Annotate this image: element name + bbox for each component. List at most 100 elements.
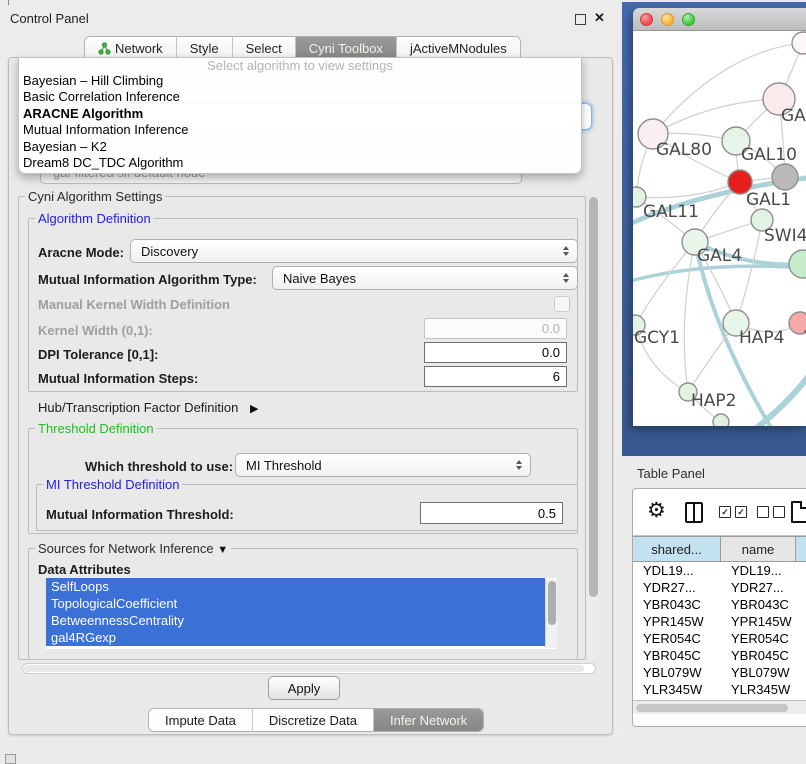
table-cell: YDL19... [721, 562, 796, 579]
deselect-all-icon[interactable] [757, 506, 769, 518]
hub-definition-toggle[interactable]: Hub/Transcription Factor Definition ▶ [38, 400, 258, 415]
which-threshold-combo[interactable]: MI Threshold [235, 453, 531, 477]
aracne-mode-combo[interactable]: Discovery [130, 239, 578, 263]
table-cell: YER054C [633, 630, 721, 647]
bottom-tabs: Impute DataDiscretize DataInfer Network [148, 708, 484, 732]
table-horizontal-scrollbar[interactable] [633, 700, 806, 714]
tab-select[interactable]: Select [233, 37, 296, 59]
popup-placeholder: Select algorithm to view settings [19, 59, 581, 73]
network-node-swi4[interactable] [789, 250, 806, 278]
select-all-icon[interactable]: ✓ [719, 506, 731, 518]
network-canvas[interactable]: GALGAL80GAL10GAL1GAL11SWI4GAL4GCY1HAP4YH… [633, 31, 806, 426]
network-window-titlebar[interactable] [633, 8, 806, 31]
which-threshold-value: MI Threshold [246, 458, 322, 473]
manual-kernel-checkbox[interactable] [554, 296, 570, 312]
aracne-mode-label: Aracne Mode: [38, 245, 124, 260]
table-cell: YBR043C [633, 596, 721, 613]
kernel-width-field[interactable] [424, 318, 567, 339]
tab-impute-data[interactable]: Impute Data [149, 709, 253, 731]
table-cell: 9. [796, 681, 806, 698]
algorithm-item-dream8-dc-tdc-algorithm[interactable]: Dream8 DC_TDC Algorithm [19, 155, 581, 171]
settings-horizontal-scrollbar-thumb[interactable] [24, 665, 584, 672]
table-horizontal-scrollbar-thumb[interactable] [636, 704, 788, 712]
apply-button[interactable]: Apply [268, 676, 340, 700]
tab-jactivemnodules[interactable]: jActiveMNodules [397, 37, 520, 59]
algorithm-item-basic-correlation-inference[interactable]: Basic Correlation Inference [19, 89, 581, 105]
tab-network[interactable]: Network [85, 37, 177, 59]
column-header-a[interactable]: A [796, 536, 806, 562]
attribute-item-gal4rgexp[interactable]: gal4RGexp [46, 629, 545, 646]
select-all-icon2[interactable]: ✓ [735, 506, 747, 518]
minimize-traffic-light-icon[interactable] [661, 13, 674, 26]
table-row[interactable]: YER054CYER054C8. [633, 630, 806, 647]
attribute-item-topologicalcoefficient[interactable]: TopologicalCoefficient [46, 595, 545, 612]
network-view-window: GALGAL80GAL10GAL1GAL11SWI4GAL4GCY1HAP4YH… [633, 8, 806, 426]
algorithm-item-bayesian-hill-climbing[interactable]: Bayesian – Hill Climbing [19, 73, 581, 89]
settings-horizontal-scrollbar[interactable] [22, 663, 596, 674]
dpi-tolerance-field[interactable] [424, 342, 567, 363]
network-edge[interactable] [633, 266, 806, 283]
settings-vertical-scrollbar-thumb[interactable] [589, 197, 598, 597]
float-window-icon[interactable] [575, 14, 586, 25]
tab-cyni-toolbox[interactable]: Cyni Toolbox [296, 37, 397, 59]
data-attributes-label: Data Attributes [38, 562, 131, 577]
new-table-icon[interactable] [791, 501, 806, 523]
tab-style[interactable]: Style [177, 37, 233, 59]
table-row[interactable]: YPR145WYPR145W9. [633, 613, 806, 630]
close-icon[interactable]: ✕ [594, 10, 605, 26]
table-cell: YDR27... [721, 579, 796, 596]
tab-label: jActiveMNodules [410, 41, 507, 56]
tab-discretize-data[interactable]: Discretize Data [253, 709, 374, 731]
network-node-topright[interactable] [792, 32, 806, 54]
control-panel-titlebar: Control Panel ✕ [0, 8, 620, 30]
zoom-traffic-light-icon[interactable] [682, 13, 695, 26]
mi-threshold-field[interactable] [420, 502, 563, 524]
settings-vertical-scrollbar[interactable] [588, 197, 599, 658]
network-edge[interactable] [684, 242, 695, 392]
attribute-item-betweennesscentrality[interactable]: BetweennessCentrality [46, 612, 545, 629]
table-toolbar: ⚙ ✓ ✓ [633, 489, 806, 536]
network-edge[interactable] [736, 220, 762, 323]
attribute-item-selfloops[interactable]: SelfLoops [46, 578, 545, 595]
column-header-shared[interactable]: shared... [633, 536, 721, 562]
split-pane-icon[interactable] [685, 502, 703, 523]
attributes-scrollbar-thumb[interactable] [548, 581, 556, 625]
sources-title[interactable]: Sources for Network Inference ▼ [35, 541, 231, 556]
sources-title-text: Sources for Network Inference [38, 541, 214, 556]
table-cell: 13 [796, 562, 806, 579]
gear-icon[interactable]: ⚙ [647, 498, 666, 523]
algorithm-item-bayesian-k2[interactable]: Bayesian – K2 [19, 139, 581, 155]
column-header-name[interactable]: name [721, 536, 796, 562]
table-cell: YBR045C [721, 647, 796, 664]
control-panel: Control Panel ✕ NetworkStyleSelectCyni T… [0, 0, 620, 733]
table-row[interactable]: YDR27...YDR27...12 [633, 579, 806, 596]
minimized-panel-icon[interactable] [5, 754, 16, 764]
which-threshold-label: Which threshold to use: [85, 459, 233, 474]
table-row[interactable]: YBR045CYBR045C9. [633, 647, 806, 664]
node-label-gal10: GAL10 [741, 145, 797, 165]
table-row[interactable]: YDL19...YDL19...13 [633, 562, 806, 579]
aracne-mode-value: Discovery [141, 244, 198, 259]
table-cell: YPR145W [633, 613, 721, 630]
close-traffic-light-icon[interactable] [640, 13, 653, 26]
table-cell: 12 [796, 579, 806, 596]
table-row[interactable]: YBR043CYBR043C [633, 596, 806, 613]
mi-algorithm-type-combo[interactable]: Naive Bayes [272, 266, 578, 290]
deselect-all-icon2[interactable] [773, 506, 785, 518]
attributes-scrollbar[interactable] [545, 579, 557, 648]
control-panel-tabs: NetworkStyleSelectCyni Toolbox jActiveMNo… [84, 36, 521, 59]
table-cell [796, 664, 806, 681]
mi-steps-field[interactable] [424, 366, 567, 387]
algorithm-item-mutual-information-inference[interactable]: Mutual Information Inference [19, 122, 581, 138]
tab-infer-network[interactable]: Infer Network [374, 709, 483, 731]
kernel-width-label: Kernel Width (0,1): [38, 323, 153, 338]
algorithm-item-aracne-algorithm[interactable]: ARACNE Algorithm [19, 106, 581, 122]
network-node-bottom[interactable] [713, 414, 729, 426]
network-node-gray[interactable] [772, 164, 798, 190]
table-cell: YLR345W [721, 681, 796, 698]
table-row[interactable]: YLR345WYLR345W9. [633, 681, 806, 698]
network-edge[interactable] [635, 242, 695, 325]
table-cell: YBR045C [633, 647, 721, 664]
threshold-definition-title: Threshold Definition [35, 421, 157, 436]
table-row[interactable]: YBL079WYBL079W [633, 664, 806, 681]
